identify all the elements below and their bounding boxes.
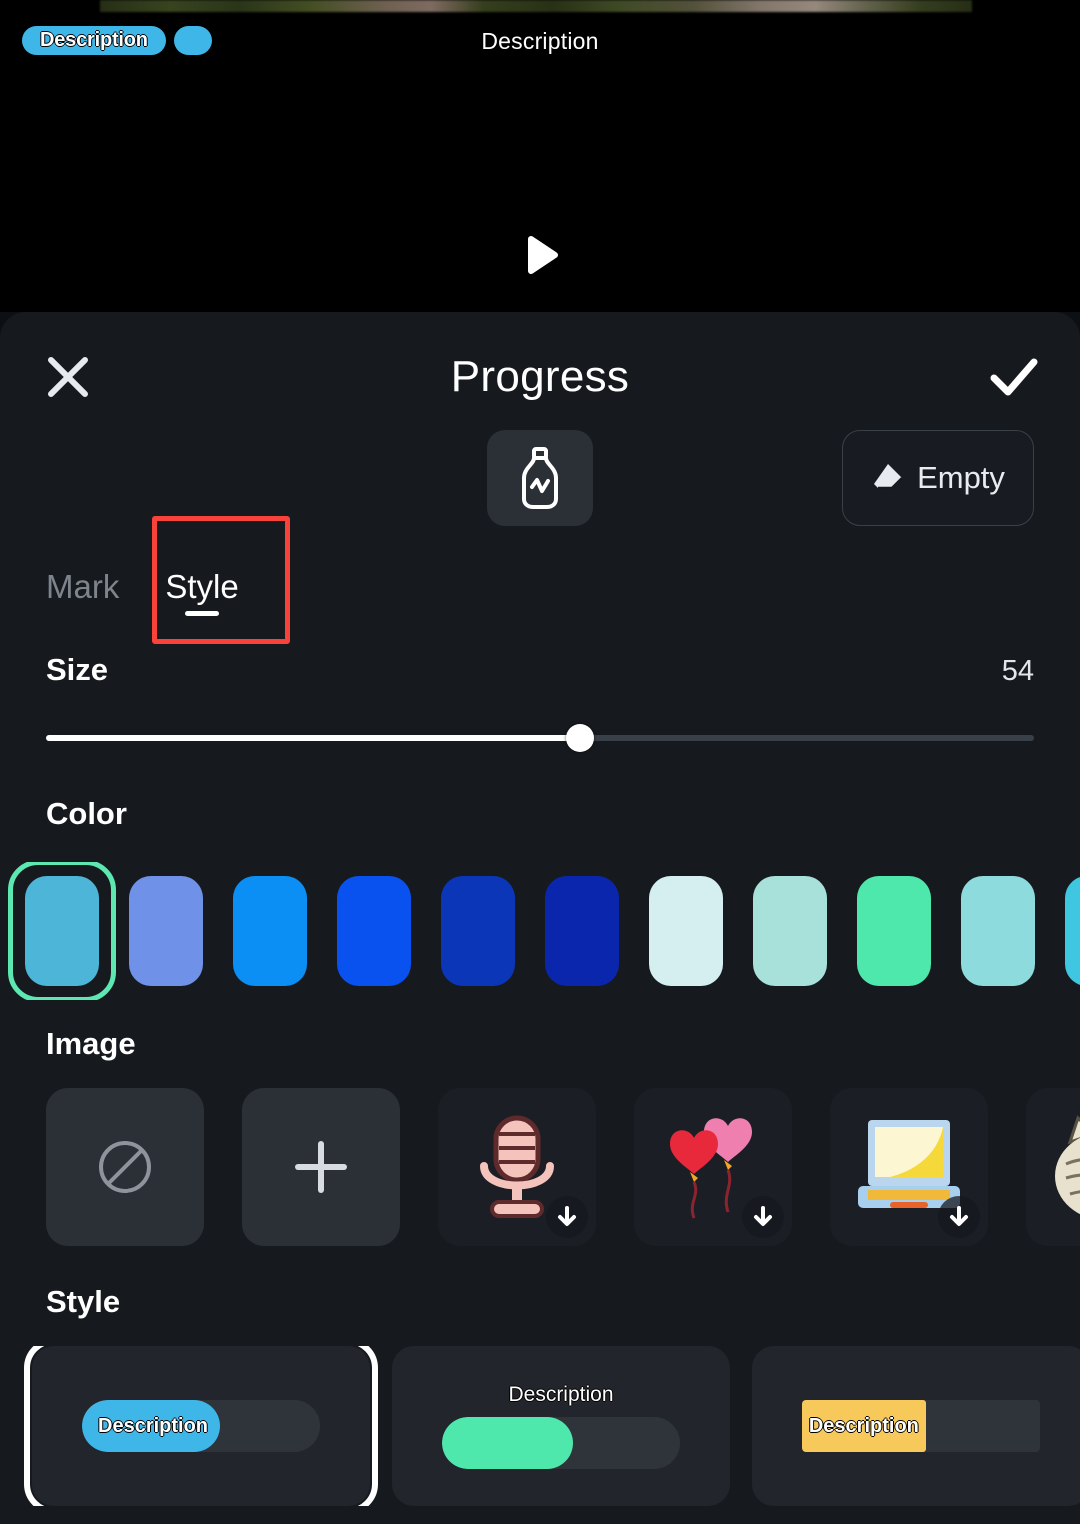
style-card-row[interactable]: Description Description Description — [0, 1346, 1080, 1506]
color-swatch-soft-turquoise[interactable] — [946, 862, 1050, 1000]
microphone-sticker[interactable] — [438, 1088, 596, 1246]
image-section: Image — [0, 1026, 1080, 1256]
eraser-icon — [874, 464, 903, 490]
plus-icon — [295, 1141, 347, 1193]
style-card-progress-track: Description — [802, 1400, 1040, 1452]
sheet-header: Progress — [0, 312, 1080, 430]
tab-style[interactable]: Style — [165, 568, 238, 616]
no-image-icon — [99, 1141, 151, 1193]
style-card-label: Description — [508, 1383, 614, 1406]
color-swatch-pale-mint[interactable] — [634, 862, 738, 1000]
color-swatch-periwinkle-blue[interactable] — [114, 862, 218, 1000]
download-icon — [558, 1206, 576, 1226]
cat-sticker-icon — [1055, 1115, 1080, 1215]
empty-button[interactable]: Empty — [842, 430, 1034, 526]
color-swatch-navy-blue[interactable] — [530, 862, 634, 1000]
color-swatch-spring-green[interactable] — [842, 862, 946, 1000]
color-swatch-teal-cyan[interactable] — [10, 862, 114, 1000]
laptop-sticker[interactable] — [830, 1088, 988, 1246]
swatch-fill — [441, 876, 515, 986]
style-section: Style Description Description Description — [0, 1284, 1080, 1506]
heart-balloons-sticker[interactable] — [634, 1088, 792, 1246]
add-image-option[interactable] — [242, 1088, 400, 1246]
style-pill-blue[interactable]: Description — [24, 1346, 378, 1506]
none-option[interactable] — [46, 1088, 204, 1246]
swatch-fill — [1065, 876, 1080, 986]
slider-thumb[interactable] — [565, 724, 594, 752]
style-square-yellow[interactable]: Description — [752, 1346, 1080, 1506]
download-icon — [754, 1206, 772, 1226]
empty-button-label: Empty — [917, 460, 1005, 495]
download-badge[interactable] — [742, 1196, 784, 1238]
image-thumbnail-row[interactable] — [0, 1088, 1080, 1256]
play-icon — [528, 236, 558, 274]
video-preview[interactable]: Description Description — [0, 0, 1080, 312]
swatch-fill — [649, 876, 723, 986]
swatch-fill — [129, 876, 203, 986]
style-card-progress-fill — [442, 1417, 573, 1469]
progress-settings-sheet: Progress Empty Mark Style Size 54 Color … — [0, 312, 1080, 1524]
color-swatch-bright-blue[interactable] — [322, 862, 426, 1000]
tool-row: Empty — [0, 430, 1080, 534]
size-label: Size — [46, 652, 109, 687]
tab-bar: Mark Style — [0, 516, 1080, 644]
style-card-progress-track: Description — [82, 1400, 320, 1452]
swatch-fill — [753, 876, 827, 986]
size-section: Size 54 — [0, 652, 1080, 772]
overlay-center-text: Description — [481, 28, 599, 54]
image-label: Image — [46, 1026, 136, 1061]
style-card-progress-track — [442, 1417, 680, 1469]
tab-mark[interactable]: Mark — [46, 568, 119, 616]
size-value: 54 — [1001, 655, 1034, 687]
swatch-fill — [857, 876, 931, 986]
style-card-label: Description — [98, 1414, 209, 1437]
swatch-fill — [961, 876, 1035, 986]
bottle-icon — [522, 447, 558, 509]
swatch-fill — [233, 876, 307, 986]
color-swatch-deep-blue[interactable] — [426, 862, 530, 1000]
color-label: Color — [46, 796, 127, 831]
confirm-button[interactable] — [988, 354, 1040, 400]
style-card-progress-fill: Description — [802, 1400, 926, 1452]
page-title: Progress — [450, 352, 630, 401]
play-button[interactable] — [517, 232, 563, 278]
size-slider[interactable] — [46, 724, 1034, 752]
swatch-fill — [545, 876, 619, 986]
color-swatch-light-aqua[interactable] — [738, 862, 842, 1000]
swatch-fill — [25, 876, 99, 986]
checkmark-icon — [990, 358, 1038, 396]
style-label: Style — [46, 1284, 121, 1319]
color-swatch-row[interactable] — [0, 862, 1080, 1000]
cat-sticker[interactable] — [1026, 1088, 1080, 1246]
bottle-preset-button[interactable] — [487, 430, 593, 526]
video-filmstrip — [100, 0, 972, 12]
app-root: Description Description Progress Empty M… — [0, 0, 1080, 1524]
color-swatch-cyan-edge[interactable] — [1050, 862, 1080, 1000]
style-card-label: Description — [808, 1414, 919, 1437]
download-badge[interactable] — [938, 1196, 980, 1238]
download-badge[interactable] — [546, 1196, 588, 1238]
color-swatch-sky-blue[interactable] — [218, 862, 322, 1000]
style-card-progress-fill: Description — [82, 1400, 221, 1452]
download-icon — [950, 1206, 968, 1226]
style-pill-green[interactable]: Description — [392, 1346, 730, 1506]
color-section: Color — [0, 796, 1080, 1000]
slider-fill — [46, 735, 580, 741]
swatch-fill — [337, 876, 411, 986]
